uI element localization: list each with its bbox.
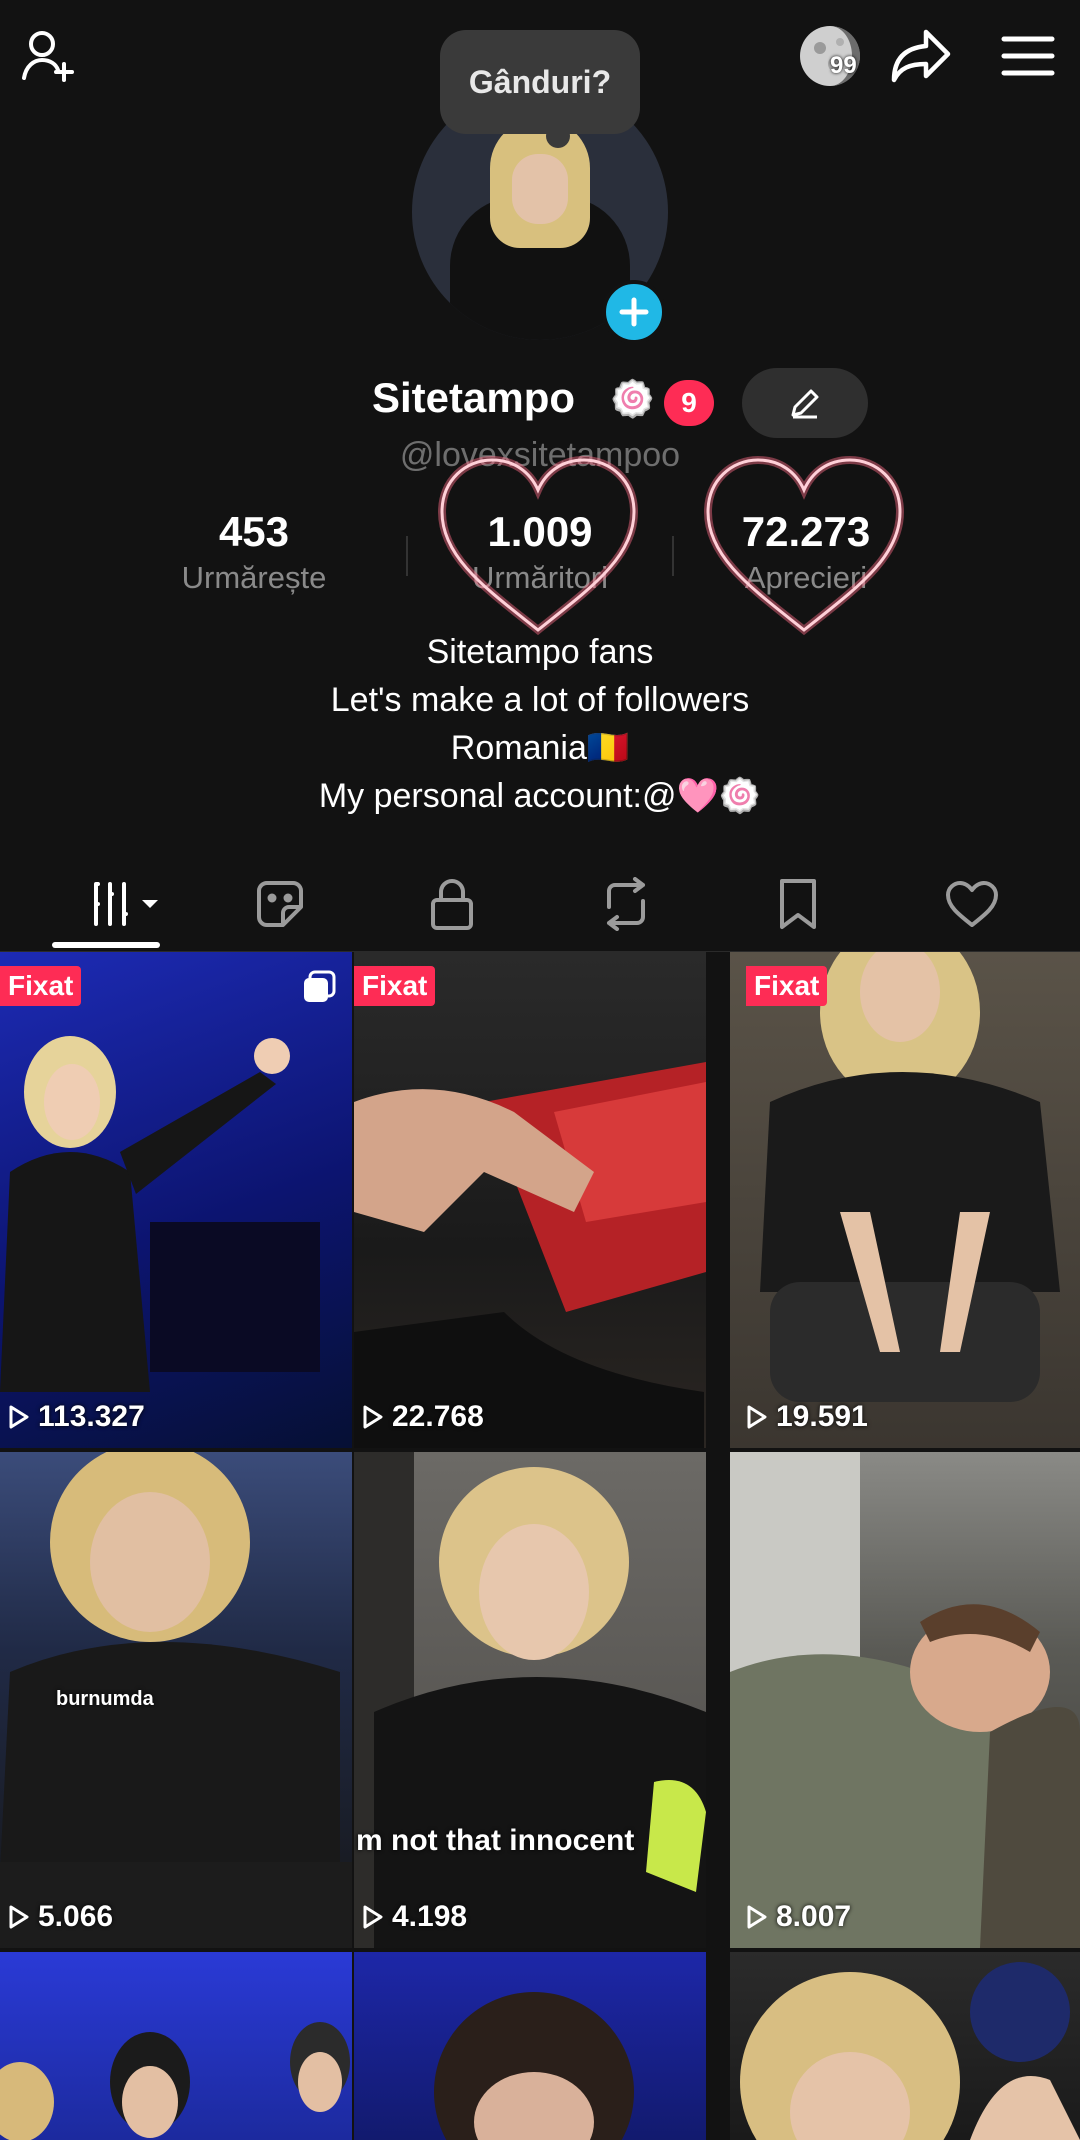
video-grid: Fixat 113.327 Fixat 22.768 Fixat 19.591 … bbox=[0, 952, 1080, 2140]
bio-line: Romania🇷🇴 bbox=[450, 729, 630, 767]
tab-videos[interactable] bbox=[68, 866, 188, 942]
stat-likes-label: Aprecieri bbox=[744, 560, 868, 595]
play-icon bbox=[363, 1905, 383, 1929]
name-row: Sitetampo 🍥 9 bbox=[0, 368, 1080, 438]
stat-following-value: 453 bbox=[218, 508, 290, 555]
videos-grid-icon bbox=[94, 882, 158, 926]
bio-line: Let's make a lot of followers bbox=[330, 681, 750, 719]
video-tile[interactable]: Fixat 22.768 bbox=[354, 952, 706, 1448]
repost-icon bbox=[607, 877, 645, 931]
add-friend-button[interactable] bbox=[14, 20, 86, 92]
view-count-value: 22.768 bbox=[392, 1400, 484, 1433]
stat-likes[interactable]: 72.273 Aprecieri bbox=[696, 508, 916, 596]
view-count-value: 5.066 bbox=[38, 1900, 114, 1933]
stat-divider bbox=[406, 536, 408, 576]
profile-handle: @lovexsitetampoo bbox=[399, 436, 681, 474]
add-story-button[interactable] bbox=[602, 280, 666, 344]
video-tile[interactable]: burnumda 5.066 bbox=[0, 1452, 352, 1948]
video-tile[interactable]: Fixat 113.327 bbox=[0, 952, 352, 1448]
stat-followers[interactable]: 1.009 Urmăritori bbox=[430, 508, 650, 596]
heart-icon bbox=[946, 881, 998, 927]
multiple-photos-icon bbox=[304, 970, 336, 1002]
stat-followers-label: Urmăritori bbox=[471, 560, 609, 595]
tab-private[interactable] bbox=[404, 866, 500, 942]
profile-bio: Sitetampo fans Let's make a lot of follo… bbox=[0, 628, 1080, 820]
profile-username: Sitetampo bbox=[372, 374, 576, 421]
video-tile[interactable]: Fixat 19.591 bbox=[730, 952, 1080, 1448]
thought-bubble[interactable]: Gânduri? bbox=[440, 30, 640, 148]
share-arrow-icon bbox=[891, 29, 951, 83]
view-count: 5.066 bbox=[8, 1900, 113, 1934]
view-count: 19.591 bbox=[746, 1400, 868, 1434]
moon-badge: 99 bbox=[830, 52, 857, 79]
video-thumbnail bbox=[354, 1452, 706, 1948]
play-icon bbox=[747, 1905, 767, 1929]
video-tile[interactable]: m not that innocent 4.198 bbox=[354, 1452, 706, 1948]
name-emoji: 🍥 bbox=[610, 378, 655, 419]
edit-profile-button[interactable] bbox=[742, 368, 868, 438]
view-count-value: 113.327 bbox=[38, 1400, 145, 1433]
video-thumbnail bbox=[730, 1452, 1080, 1948]
stat-following-label: Urmărește bbox=[181, 560, 327, 595]
video-thumbnail bbox=[760, 952, 1060, 1402]
menu-button[interactable] bbox=[990, 24, 1066, 88]
lock-icon bbox=[431, 879, 473, 930]
video-thumbnail bbox=[354, 1062, 706, 1448]
video-caption: m not that innocent bbox=[356, 1824, 635, 1857]
video-tile[interactable] bbox=[730, 1952, 1080, 2140]
video-tile[interactable] bbox=[0, 1952, 352, 2140]
stat-likes-value: 72.273 bbox=[741, 508, 871, 555]
pinned-badge: Fixat bbox=[354, 966, 436, 1006]
notification-badge[interactable]: 9 bbox=[664, 380, 714, 426]
share-profile-button[interactable] bbox=[885, 22, 957, 90]
stat-followers-value: 1.009 bbox=[487, 508, 593, 555]
profile-stats: 453 Urmărește 1.009 Urmăritori 72.273 Ap… bbox=[0, 500, 1080, 610]
video-thumbnail bbox=[0, 1452, 352, 1948]
video-tile[interactable] bbox=[354, 1952, 706, 2140]
view-count: 4.198 bbox=[362, 1900, 467, 1934]
video-tile[interactable]: 8.007 bbox=[730, 1452, 1080, 1948]
stories-button[interactable]: 99 bbox=[780, 20, 880, 92]
stat-divider bbox=[672, 536, 674, 576]
bookmark-icon bbox=[780, 879, 816, 929]
tab-reposts[interactable] bbox=[578, 866, 674, 942]
view-count-value: 4.198 bbox=[392, 1900, 468, 1933]
sticker-icon bbox=[257, 881, 303, 927]
video-thumbnail bbox=[740, 1962, 1080, 2140]
play-icon bbox=[9, 1405, 29, 1429]
plus-icon bbox=[619, 297, 649, 327]
tab-liked[interactable] bbox=[924, 866, 1020, 942]
tab-saved[interactable] bbox=[750, 866, 846, 942]
pinned-badge: Fixat bbox=[746, 966, 828, 1006]
video-thumbnail bbox=[434, 1992, 634, 2140]
avatar-face bbox=[512, 154, 568, 224]
view-count: 8.007 bbox=[746, 1900, 851, 1934]
profile-tabs bbox=[0, 856, 1080, 952]
pencil-icon bbox=[791, 389, 819, 419]
view-count-value: 19.591 bbox=[776, 1400, 868, 1433]
video-caption: burnumda bbox=[56, 1688, 154, 1710]
add-person-icon bbox=[22, 31, 74, 82]
play-icon bbox=[747, 1405, 767, 1429]
view-count: 22.768 bbox=[362, 1400, 484, 1434]
stat-following[interactable]: 453 Urmărește bbox=[144, 508, 364, 596]
pinned-badge: Fixat bbox=[0, 966, 82, 1006]
bio-line: Sitetampo fans bbox=[426, 633, 654, 671]
hamburger-menu-icon bbox=[1001, 36, 1055, 76]
view-count: 113.327 bbox=[8, 1400, 145, 1434]
video-thumbnail bbox=[0, 2022, 350, 2140]
play-icon bbox=[363, 1405, 383, 1429]
play-icon bbox=[9, 1905, 29, 1929]
tab-stickers[interactable] bbox=[232, 866, 328, 942]
video-thumbnail bbox=[0, 1036, 320, 1392]
active-tab-indicator bbox=[52, 942, 160, 948]
view-count-value: 8.007 bbox=[776, 1900, 852, 1933]
bio-line[interactable]: My personal account:@🩷🍥 bbox=[0, 772, 1080, 820]
